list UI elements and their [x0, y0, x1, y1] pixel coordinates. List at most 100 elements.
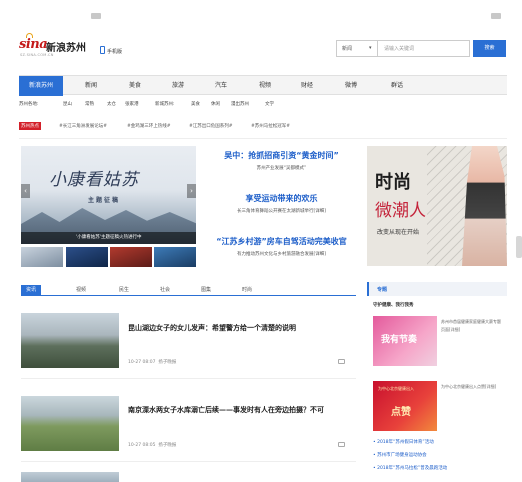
- headline-title[interactable]: 享受运动带来的欢乐: [204, 193, 359, 204]
- news-source: 扬子晚报: [158, 360, 177, 365]
- tab-news[interactable]: 资讯: [21, 285, 42, 296]
- nav-item-auto[interactable]: 汽车: [201, 76, 241, 96]
- divider: [19, 138, 507, 139]
- news-meta: 10-27 08:07 扬子晚报: [128, 359, 176, 365]
- nav-item-weibo[interactable]: 微博: [331, 76, 371, 96]
- subnav-item[interactable]: 昆山: [63, 101, 72, 107]
- hot-topic-link[interactable]: #江苏出口危国系列#: [189, 123, 233, 129]
- hero-caption[interactable]: '小康看姑苏'主题征稿火热进行中: [21, 232, 196, 244]
- search-placeholder: 请输入关键词: [384, 46, 415, 52]
- headline-title[interactable]: 吴中：抢抓招商引资“黄金时间”: [204, 150, 359, 161]
- comment-icon[interactable]: [338, 442, 345, 447]
- carousel-thumb[interactable]: [154, 247, 196, 267]
- ad-headline: 时尚: [375, 172, 411, 193]
- news-time: 10-27 08:07: [128, 360, 156, 365]
- topic-image-text: 我有节奏: [381, 335, 418, 345]
- chevron-down-icon: ▾: [369, 45, 372, 51]
- tab-society[interactable]: 社会: [155, 285, 175, 296]
- tab-video[interactable]: 视频: [71, 285, 91, 296]
- site-domain: SZ.SINA.COM.CN: [20, 53, 54, 57]
- carousel-prev-button[interactable]: ‹: [21, 184, 30, 198]
- search-input[interactable]: 请输入关键词: [378, 40, 470, 57]
- nav-item-travel[interactable]: 旅游: [158, 76, 198, 96]
- sidebar-subtitle[interactable]: 守护健康、我行我秀: [373, 302, 414, 308]
- nav-item-news[interactable]: 新闻: [71, 76, 111, 96]
- news-meta: 10-27 08:05 扬子晚报: [128, 442, 176, 448]
- carousel-thumb[interactable]: [110, 247, 152, 267]
- subnav-item[interactable]: 美食: [191, 101, 200, 107]
- ad-headline-2: 微潮人: [375, 201, 426, 221]
- tab-livelihood[interactable]: 民生: [114, 285, 134, 296]
- divider: [21, 378, 356, 379]
- subnav-item[interactable]: 休闲: [211, 101, 220, 107]
- nav-item-finance[interactable]: 财经: [287, 76, 327, 96]
- topic-image[interactable]: 我有节奏: [373, 316, 437, 366]
- toolbar-icon: [491, 13, 501, 19]
- site-name[interactable]: 新浪苏州: [46, 39, 86, 54]
- topic-list-item[interactable]: • 2018年“苏州假日体育”活动: [373, 439, 434, 445]
- news-thumbnail[interactable]: [21, 472, 119, 482]
- headline-block: “江苏乡村游”房车自驾活动完美收官 有力推动苏州文化与乡村旅游融合发展[详细]: [204, 236, 359, 257]
- sidebar-header: 专题: [367, 282, 507, 296]
- search-button[interactable]: 搜索: [473, 40, 506, 57]
- comment-icon[interactable]: [338, 359, 345, 364]
- topic-summary-text: 为中心北京健康出入点赞[详细]: [441, 384, 497, 389]
- subnav-item[interactable]: 漫出苏州: [231, 101, 249, 107]
- sina-logo[interactable]: sina: [19, 37, 48, 52]
- carousel-thumb[interactable]: [66, 247, 108, 267]
- topic-list-item[interactable]: • 2018年“苏州马拉松”普及晨跑活动: [373, 465, 447, 471]
- nav-item-home[interactable]: 新浪苏州: [19, 76, 63, 96]
- tab-fashion[interactable]: 时尚: [237, 285, 257, 296]
- news-title[interactable]: 昆山湖边女子的女儿发声：希望警方给一个清楚的说明: [128, 322, 353, 334]
- subnav-label-city: 新城苏州:: [155, 102, 175, 107]
- search-category-select[interactable]: 新闻 ▾: [336, 40, 378, 57]
- hot-topic-link[interactable]: #苏州马拉松冠军#: [251, 123, 290, 129]
- hero-carousel[interactable]: 小康看姑苏 主题征稿 ‹ › '小康看姑苏'主题征稿火热进行中: [21, 146, 196, 244]
- subnav-item[interactable]: 文学: [265, 101, 274, 107]
- hot-badge: 苏州热点: [19, 122, 41, 130]
- headline-summary[interactable]: 有力推动苏州文化与乡村旅游融合发展[详细]: [204, 251, 359, 257]
- search-category-value: 新闻: [342, 46, 353, 52]
- topic-image-text: 点赞: [391, 407, 411, 418]
- mobile-link[interactable]: 手机版: [107, 48, 122, 55]
- divider: [21, 461, 356, 462]
- subnav-item[interactable]: 常熟: [85, 101, 94, 107]
- tab-gallery[interactable]: 图集: [196, 285, 216, 296]
- topic-list-item[interactable]: • 苏州市广场健身运动协会: [373, 452, 427, 458]
- news-time: 10-27 08:05: [128, 443, 156, 448]
- news-thumbnail[interactable]: [21, 396, 119, 451]
- news-tabs: 资讯 视频 民生 社会 图集 时尚: [21, 285, 356, 296]
- headline-block: 享受运动带来的欢乐 长三角体育舞蹈公开赛在太湖新城举行[详细]: [204, 193, 359, 214]
- topic-summary[interactable]: 为中心北京健康出入点赞[详细]: [441, 383, 501, 391]
- nav-item-video[interactable]: 视频: [245, 76, 285, 96]
- hot-topic-link[interactable]: #长江三角洲发展论坛#: [59, 123, 107, 129]
- fashion-ad-banner[interactable]: 时尚 微潮人 改变从现在开始: [367, 146, 507, 266]
- headline-block: 吴中：抢抓招商引资“黄金时间” 苏州产业发展“吴都模式”: [204, 150, 359, 171]
- headline-summary[interactable]: 苏州产业发展“吴都模式”: [204, 165, 359, 171]
- topic-image-caption: 为中心北京健康出入: [378, 386, 414, 391]
- hero-subtitle: 主题征稿: [88, 197, 121, 204]
- news-source: 扬子晚报: [158, 443, 177, 448]
- carousel-next-button[interactable]: ›: [187, 184, 196, 198]
- carousel-thumb[interactable]: [21, 247, 63, 267]
- topic-image[interactable]: 为中心北京健康出入 点赞: [373, 381, 437, 431]
- subnav-item[interactable]: 太仓: [107, 101, 116, 107]
- topic-summary[interactable]: 苏州市首届健康家庭健康大赛专题页面[详细]: [441, 318, 501, 334]
- ad-tagline: 改变从现在开始: [377, 229, 420, 236]
- phone-icon[interactable]: [100, 46, 105, 54]
- topic-summary-text: 苏州市首届健康家庭健康大赛专题页面[详细]: [441, 319, 501, 332]
- news-thumbnail[interactable]: [21, 313, 119, 368]
- news-title[interactable]: 南京溧水两女子水库溺亡后续——事发时有人在旁边拍摄？不可: [128, 404, 353, 416]
- hero-title: 小康看姑苏: [49, 170, 139, 190]
- headline-summary[interactable]: 长三角体育舞蹈公开赛在太湖新城举行[详细]: [204, 208, 359, 214]
- nav-item-food[interactable]: 美食: [115, 76, 155, 96]
- nav-item-group[interactable]: 群话: [377, 76, 417, 96]
- subnav-label-regions: 苏州各地:: [19, 102, 39, 107]
- hot-topic-link[interactable]: #金鸡湖三环上热线#: [127, 123, 171, 129]
- toolbar-icon: [91, 13, 101, 19]
- headline-title[interactable]: “江苏乡村游”房车自驾活动完美收官: [204, 236, 359, 247]
- main-nav: 新浪苏州 新闻 美食 旅游 汽车 视频 财经 微博 群话: [19, 75, 507, 96]
- side-float-handle[interactable]: [516, 236, 522, 258]
- sidebar-title: 专题: [377, 287, 388, 293]
- subnav-item[interactable]: 张家港: [125, 101, 139, 107]
